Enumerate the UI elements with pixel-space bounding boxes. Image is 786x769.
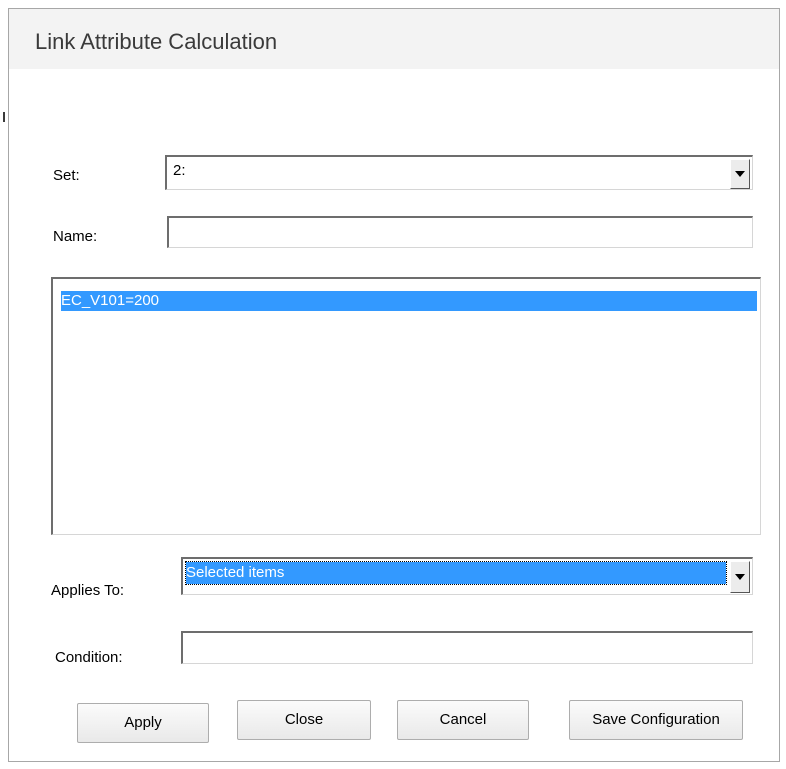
name-input[interactable] bbox=[167, 216, 753, 248]
set-dropdown[interactable]: 2: bbox=[165, 155, 753, 190]
set-dropdown-value: 2: bbox=[173, 162, 186, 179]
dialog-titlebar: Link Attribute Calculation bbox=[9, 9, 779, 69]
set-dropdown-button[interactable] bbox=[730, 159, 750, 189]
chevron-down-icon bbox=[735, 574, 745, 580]
expression-list[interactable]: EC_V101=200 bbox=[51, 277, 761, 535]
window-edge bbox=[0, 0, 7, 769]
apply-button[interactable]: Apply bbox=[77, 703, 209, 743]
list-item-label: EC_V101=200 bbox=[61, 292, 159, 309]
condition-input[interactable] bbox=[181, 631, 753, 664]
list-item[interactable]: EC_V101=200 bbox=[61, 291, 757, 311]
applies-to-label: Applies To: bbox=[51, 582, 125, 599]
applies-to-dropdown[interactable]: Selected items bbox=[181, 557, 753, 595]
set-label: Set: bbox=[53, 167, 80, 184]
chevron-down-icon bbox=[735, 171, 745, 177]
save-configuration-button[interactable]: Save Configuration bbox=[569, 700, 743, 740]
dialog-title: Link Attribute Calculation bbox=[35, 29, 278, 54]
edge-marker bbox=[3, 112, 5, 122]
cancel-button[interactable]: Cancel bbox=[397, 700, 529, 740]
applies-to-value: Selected items bbox=[185, 561, 727, 585]
close-button[interactable]: Close bbox=[237, 700, 371, 740]
link-attribute-calculation-dialog: Link Attribute Calculation Set: 2: Name:… bbox=[8, 8, 780, 762]
applies-to-dropdown-button[interactable] bbox=[730, 561, 750, 593]
name-label: Name: bbox=[53, 228, 98, 245]
condition-label: Condition: bbox=[55, 649, 123, 666]
